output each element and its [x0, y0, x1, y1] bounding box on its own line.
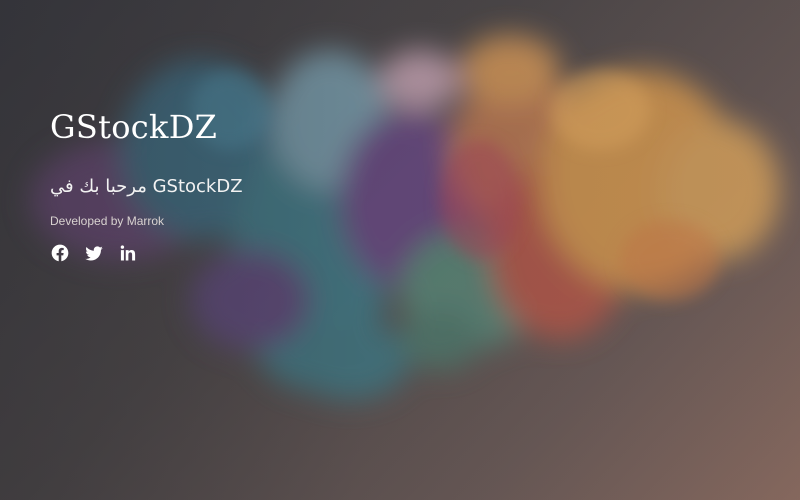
developer-credit: Developed by Marrok: [50, 214, 165, 228]
twitter-link[interactable]: [84, 243, 104, 263]
site-title: GStockDZ: [50, 108, 218, 146]
hero-section: GStockDZ مرحبا بك في GStockDZ Developed …: [50, 105, 243, 263]
facebook-link[interactable]: [50, 243, 70, 263]
linkedin-icon: [120, 245, 136, 261]
linkedin-link[interactable]: [118, 243, 138, 263]
twitter-icon: [85, 246, 103, 261]
facebook-icon: [51, 244, 69, 262]
welcome-subtitle: مرحبا بك في GStockDZ: [50, 176, 243, 197]
social-links: [50, 243, 243, 263]
